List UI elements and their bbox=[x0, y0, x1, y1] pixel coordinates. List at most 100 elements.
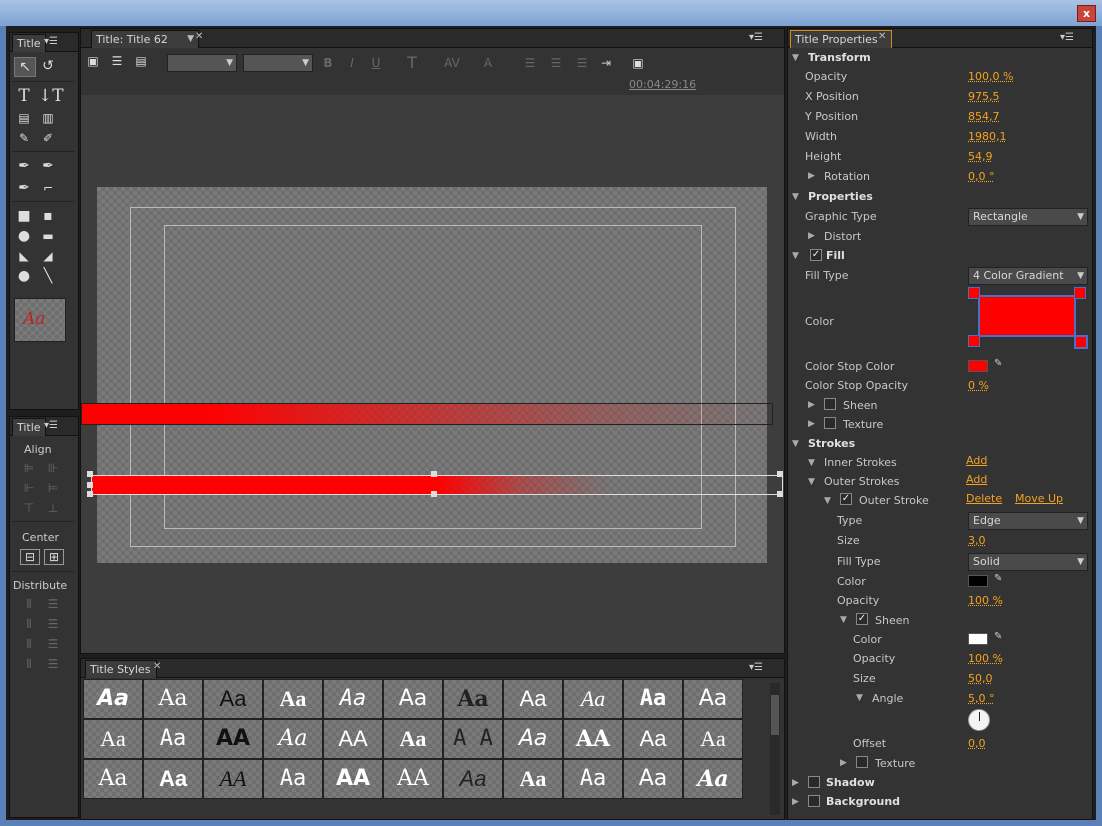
x-position-value[interactable]: 975,5 bbox=[968, 90, 1000, 103]
sheen-opacity-value[interactable]: 100 % bbox=[968, 652, 1003, 665]
rounded-rectangle-tool-icon[interactable]: ▬ bbox=[38, 227, 58, 245]
selection-handle[interactable] bbox=[87, 491, 93, 497]
vertical-area-type-tool-icon[interactable]: ▥ bbox=[38, 109, 58, 127]
expand-icon[interactable]: ▼ bbox=[808, 458, 815, 468]
selection-handle[interactable] bbox=[777, 491, 783, 497]
stroke-color-swatch[interactable] bbox=[968, 575, 988, 587]
title-style-swatch[interactable]: AA bbox=[383, 759, 443, 799]
type-tool-icon[interactable]: T bbox=[14, 87, 34, 105]
gradient-color-box[interactable] bbox=[978, 295, 1076, 337]
title-style-swatch[interactable]: Aa bbox=[143, 759, 203, 799]
red-bar-top[interactable] bbox=[81, 403, 773, 425]
leading-icon[interactable]: A bbox=[479, 56, 497, 70]
red-bar-bottom-selected[interactable] bbox=[87, 471, 783, 497]
stroke-opacity-value[interactable]: 100 % bbox=[968, 594, 1003, 607]
gradient-stop-bottom-left[interactable] bbox=[968, 335, 980, 347]
distribute-left-icon[interactable]: ⫴ bbox=[20, 597, 38, 611]
expand-icon[interactable]: ▼ bbox=[792, 192, 799, 202]
shadow-header[interactable]: Shadow bbox=[826, 776, 875, 789]
expand-icon[interactable]: ▼ bbox=[840, 615, 847, 625]
styles-scrollbar[interactable] bbox=[770, 683, 780, 815]
shadow-checkbox[interactable] bbox=[808, 776, 820, 788]
title-style-swatch[interactable]: Aa bbox=[83, 679, 143, 719]
stroke-size-value[interactable]: 3,0 bbox=[968, 534, 986, 547]
close-tab-icon[interactable]: ✕ bbox=[878, 31, 886, 42]
distribute-bottom-icon[interactable]: ☰ bbox=[44, 637, 62, 651]
expand-icon[interactable]: ▼ bbox=[856, 693, 863, 703]
title-style-swatch[interactable]: Aa bbox=[503, 679, 563, 719]
offset-value[interactable]: 0,0 bbox=[968, 737, 986, 750]
title-style-swatch[interactable]: Aa bbox=[263, 759, 323, 799]
path-type-tool-icon[interactable]: ✎ bbox=[14, 129, 34, 147]
align-text-center-icon[interactable]: ☰ bbox=[547, 56, 565, 70]
distribute-vertical-center-icon[interactable]: ☰ bbox=[44, 617, 62, 631]
ellipse-tool-icon[interactable]: ● bbox=[14, 267, 34, 285]
move-up-stroke-link[interactable]: Move Up bbox=[1015, 492, 1063, 505]
distribute-horizontal-even-icon[interactable]: ⫴ bbox=[20, 657, 38, 671]
expand-icon[interactable]: ▶ bbox=[840, 758, 847, 768]
title-style-swatch[interactable]: Aa bbox=[683, 679, 743, 719]
align-right-icon[interactable]: ⊪ bbox=[44, 461, 62, 475]
eyedropper-icon[interactable]: ✎ bbox=[994, 573, 1002, 584]
title-style-swatch[interactable]: Aa bbox=[263, 679, 323, 719]
title-style-swatch[interactable]: AA bbox=[563, 719, 623, 759]
title-style-swatch[interactable]: Aa bbox=[323, 679, 383, 719]
templates-icon[interactable]: ▤ bbox=[131, 52, 151, 70]
rounded-corner-rectangle-tool-icon[interactable]: ▪ bbox=[38, 207, 58, 225]
tab-title-tools[interactable]: Title bbox=[12, 34, 46, 52]
font-style-dropdown[interactable]: ▼ bbox=[243, 54, 313, 72]
scroll-thumb[interactable] bbox=[771, 695, 779, 735]
title-style-swatch[interactable]: Aa bbox=[563, 679, 623, 719]
area-type-tool-icon[interactable]: ▤ bbox=[14, 109, 34, 127]
selection-handle[interactable] bbox=[431, 471, 437, 477]
font-family-dropdown[interactable]: ▼ bbox=[167, 54, 237, 72]
gradient-stop-top-left[interactable] bbox=[968, 287, 980, 299]
title-style-swatch[interactable]: Aa bbox=[503, 759, 563, 799]
title-style-swatch[interactable]: Aa bbox=[143, 719, 203, 759]
delete-stroke-link[interactable]: Delete bbox=[966, 492, 1002, 505]
selection-tool-icon[interactable]: ↖ bbox=[14, 57, 36, 77]
panel-menu-icon[interactable]: ▾☰ bbox=[44, 420, 58, 431]
align-top-icon[interactable]: ⊤ bbox=[20, 501, 38, 515]
underline-icon[interactable]: U bbox=[367, 56, 385, 70]
graphic-type-dropdown[interactable]: Rectangle ▼ bbox=[968, 208, 1088, 226]
stroke-texture-checkbox[interactable] bbox=[856, 756, 868, 768]
align-bottom-icon[interactable]: ⊥ bbox=[44, 501, 62, 515]
selection-handle[interactable] bbox=[87, 471, 93, 477]
vertical-type-tool-icon[interactable]: ↓T bbox=[38, 87, 64, 105]
color-stop-color-swatch[interactable] bbox=[968, 360, 988, 372]
panel-menu-icon[interactable]: ▾☰ bbox=[44, 36, 58, 47]
panel-menu-icon[interactable]: ▾☰ bbox=[749, 662, 763, 673]
distribute-horizontal-center-icon[interactable]: ⫴ bbox=[20, 617, 38, 631]
bold-icon[interactable]: B bbox=[319, 56, 337, 70]
distribute-vertical-even-icon[interactable]: ☰ bbox=[44, 657, 62, 671]
pen-tool-icon[interactable]: ✒ bbox=[14, 157, 34, 175]
title-style-swatch[interactable]: Aa bbox=[83, 719, 143, 759]
add-anchor-point-tool-icon[interactable]: ✒ bbox=[14, 179, 34, 197]
tab-stops-icon[interactable]: ⇥ bbox=[597, 56, 615, 70]
title-style-swatch[interactable]: Aa bbox=[623, 719, 683, 759]
expand-icon[interactable]: ▼ bbox=[792, 439, 799, 449]
expand-icon[interactable]: ▼ bbox=[824, 496, 831, 506]
title-style-swatch[interactable]: Aa bbox=[383, 679, 443, 719]
gradient-stop-top-right[interactable] bbox=[1074, 287, 1086, 299]
expand-icon[interactable]: ▼ bbox=[792, 251, 799, 261]
italic-icon[interactable]: I bbox=[343, 56, 361, 70]
inner-strokes-add-link[interactable]: Add bbox=[966, 454, 987, 467]
color-stop-opacity-value[interactable]: 0 % bbox=[968, 379, 989, 392]
arc-tool-icon[interactable]: ◢ bbox=[38, 247, 58, 265]
fill-header[interactable]: Fill bbox=[826, 249, 845, 262]
align-text-right-icon[interactable]: ☰ bbox=[573, 56, 591, 70]
expand-icon[interactable]: ▶ bbox=[792, 778, 799, 788]
title-style-swatch[interactable]: Aa bbox=[443, 679, 503, 719]
rectangle-tool-icon[interactable]: ■ bbox=[14, 207, 34, 225]
fill-texture-checkbox[interactable] bbox=[824, 417, 836, 429]
gradient-stop-bottom-right[interactable] bbox=[1074, 335, 1088, 349]
width-value[interactable]: 1980,1 bbox=[968, 130, 1007, 143]
title-style-swatch[interactable]: AA bbox=[203, 719, 263, 759]
close-tab-icon[interactable]: ✕ bbox=[153, 661, 161, 672]
tab-title-62[interactable]: Title: Title 62 ▼ bbox=[91, 30, 199, 48]
transform-header[interactable]: Transform bbox=[808, 51, 871, 64]
title-style-swatch[interactable]: Aa bbox=[143, 679, 203, 719]
wedge-tool-icon[interactable]: ◣ bbox=[14, 247, 34, 265]
